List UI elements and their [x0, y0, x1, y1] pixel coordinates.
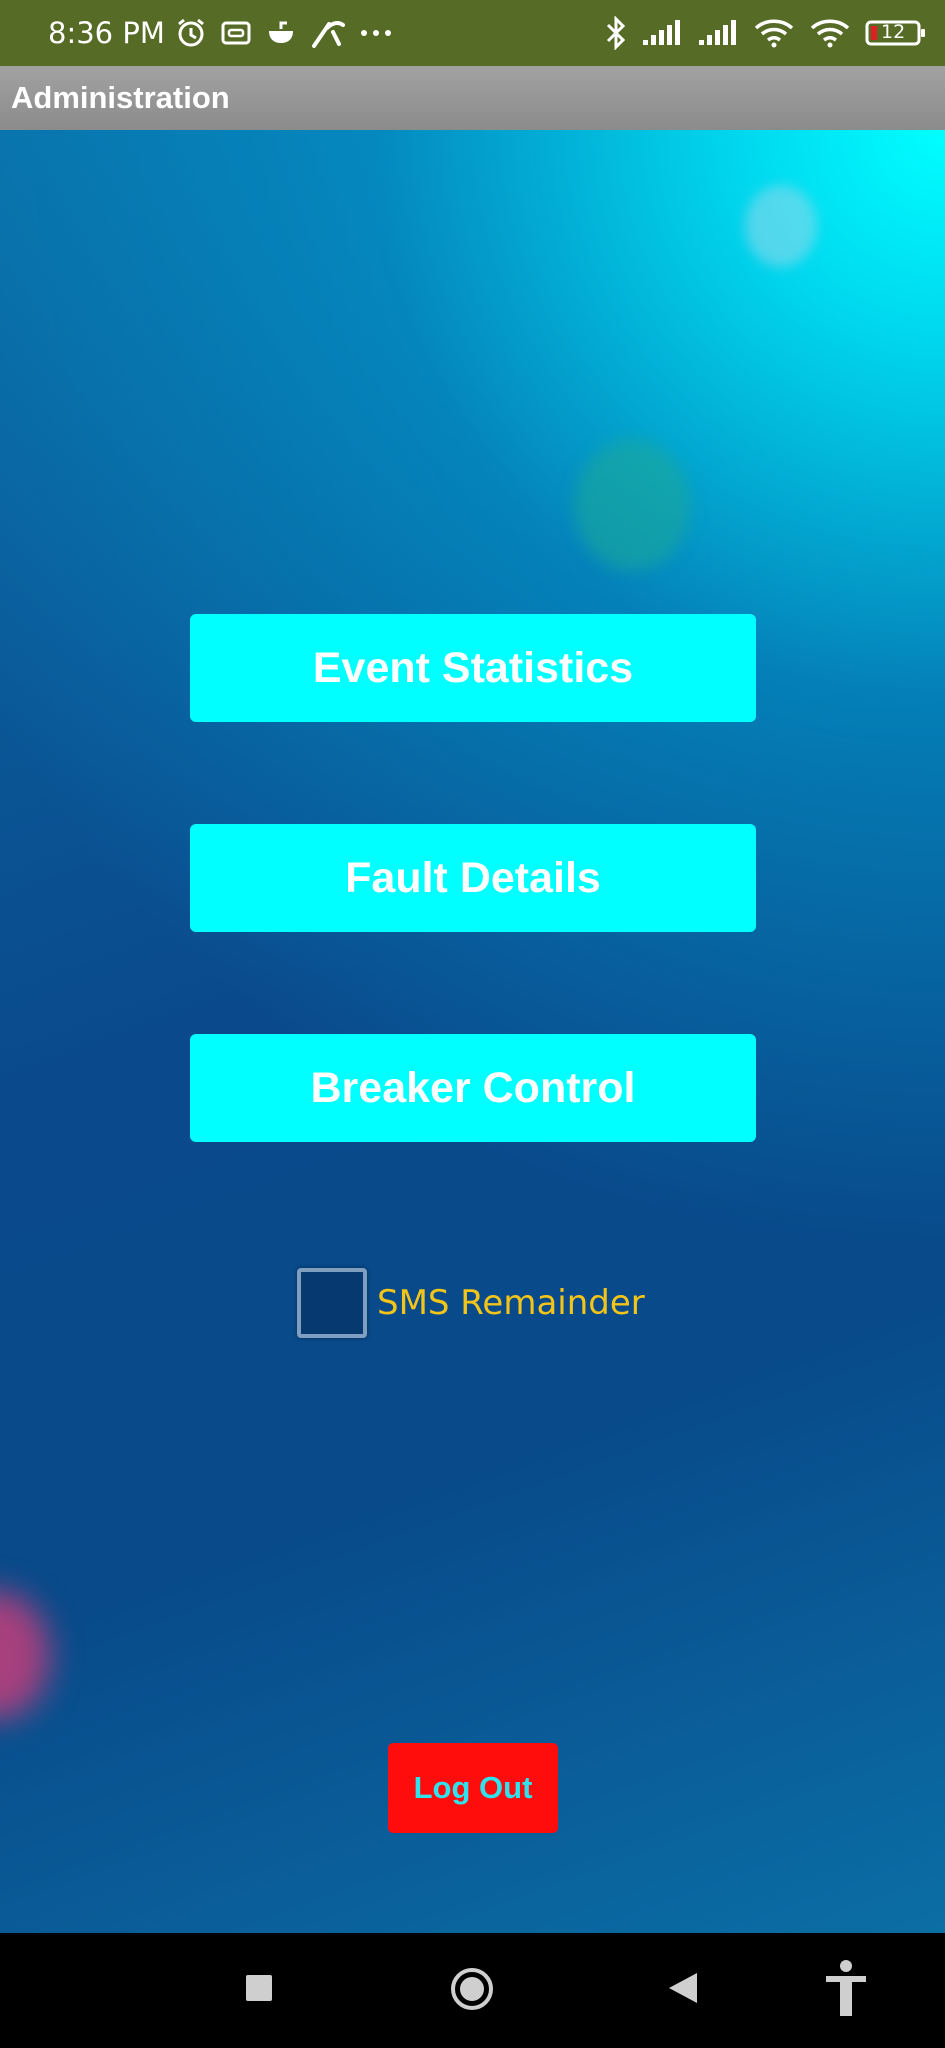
home-icon[interactable] [446, 1963, 498, 2015]
event-statistics-button[interactable]: Event Statistics [190, 614, 756, 722]
accessibility-icon[interactable] [818, 1955, 874, 2021]
battery-level: 12 [881, 21, 906, 43]
wifi-icon [809, 18, 851, 48]
signal-icon [697, 20, 739, 46]
main-content: Event Statistics Fault Details Breaker C… [0, 130, 945, 1933]
breaker-control-button[interactable]: Breaker Control [190, 1034, 756, 1142]
cloud-icon [265, 19, 297, 47]
wifi-icon [753, 18, 795, 48]
logout-button[interactable]: Log Out [388, 1743, 558, 1833]
vr-icon [221, 20, 251, 46]
status-time: 8:36 PM [48, 16, 165, 50]
sms-reminder-label[interactable]: SMS Remainder [377, 1283, 645, 1323]
recents-icon[interactable] [238, 1963, 280, 2013]
alarm-icon [175, 17, 207, 49]
signal-icon [641, 20, 683, 46]
more-dots-icon [359, 28, 393, 38]
carrier-logo-icon [311, 18, 345, 48]
background-bokeh [575, 440, 690, 570]
sms-reminder-checkbox[interactable] [297, 1268, 367, 1338]
page-title: Administration [11, 80, 230, 115]
bluetooth-icon [605, 16, 627, 50]
battery-icon: 12 [865, 19, 927, 47]
title-bar: Administration [0, 66, 945, 130]
status-right-icons: 12 [605, 16, 927, 50]
sms-reminder-row[interactable]: SMS Remainder [297, 1268, 645, 1338]
status-left-icons [175, 17, 393, 49]
fault-details-button[interactable]: Fault Details [190, 824, 756, 932]
navigation-bar [0, 1933, 945, 2048]
background-bokeh [745, 185, 817, 267]
status-bar: 8:36 PM 12 [0, 0, 945, 66]
background-bokeh [0, 1590, 50, 1720]
back-icon[interactable] [663, 1963, 703, 2013]
